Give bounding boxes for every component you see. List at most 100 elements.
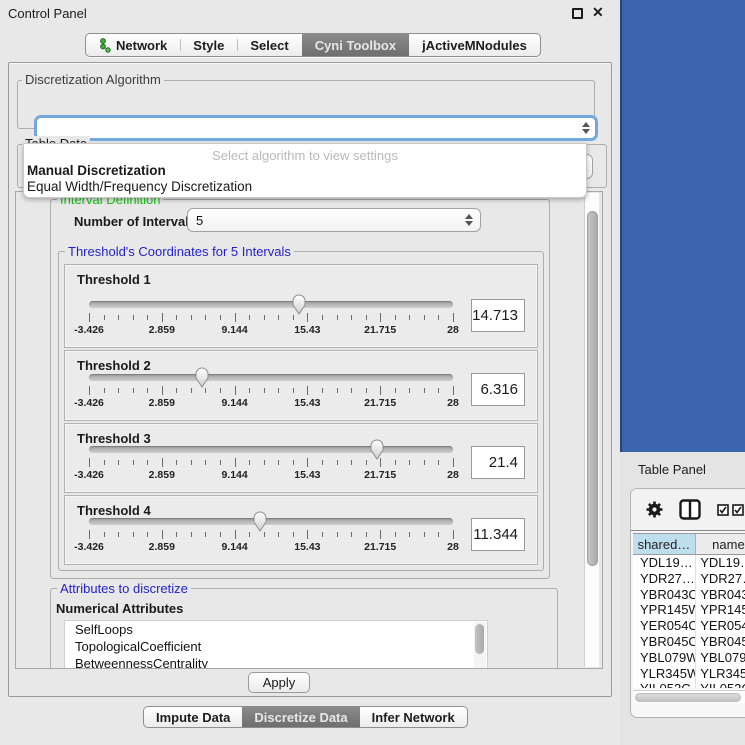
algorithm-combobox[interactable] xyxy=(34,115,598,141)
cell-name: YBR045C xyxy=(696,634,745,650)
table-row[interactable]: YDR27…YDR27… xyxy=(633,571,745,587)
slider-track[interactable] xyxy=(89,518,453,525)
table-row[interactable]: YPR145WYPR145W xyxy=(633,602,745,618)
cell-shared-name: YDL19… xyxy=(633,555,696,571)
cell-shared-name: YIL052C xyxy=(633,681,696,688)
tick-label: 2.859 xyxy=(149,397,175,409)
cell-shared-name: YBR043C xyxy=(633,587,696,603)
cell-shared-name: YBR045C xyxy=(633,634,696,650)
threshold-slider[interactable]: -3.4262.8599.14415.4321.71528 xyxy=(89,297,453,337)
tab-label: Network xyxy=(116,38,167,53)
attribute-list-item[interactable]: SelfLoops xyxy=(65,621,487,638)
tick-label: -3.426 xyxy=(74,469,104,481)
table-row[interactable]: YDL19…YDL19… xyxy=(633,555,745,571)
tick-label: 9.144 xyxy=(221,324,247,336)
tab-select[interactable]: Select xyxy=(237,34,301,56)
cell-shared-name: YBL079W xyxy=(633,650,696,666)
threshold-value-field[interactable]: 21.4 xyxy=(471,446,525,479)
checkbox-checked-icon[interactable] xyxy=(717,504,729,516)
menu-item-manual-discretization[interactable]: Manual Discretization xyxy=(24,163,586,179)
tab-label: Style xyxy=(193,38,224,53)
tab-discretize-data[interactable]: Discretize Data xyxy=(242,707,359,727)
tick-label: 2.859 xyxy=(149,324,175,336)
table-panel-title: Table Panel xyxy=(638,462,706,477)
threshold-value-field[interactable]: 14.713 xyxy=(471,299,525,332)
table-panel-container: shared… name YDL19…YDL19…YDR27…YDR27…YBR… xyxy=(630,488,745,718)
threshold-slider[interactable]: -3.4262.8599.14415.4321.71528 xyxy=(89,514,453,554)
attribute-list-item[interactable]: TopologicalCoefficient xyxy=(65,638,487,655)
numerical-attributes-label: Numerical Attributes xyxy=(56,601,183,616)
slider-track[interactable] xyxy=(89,301,453,308)
settings-scrollbar[interactable] xyxy=(584,193,599,667)
number-of-intervals-label: Number of Intervals xyxy=(74,214,196,229)
table-header-row: shared… name xyxy=(633,533,745,555)
threshold-value-field[interactable]: 6.316 xyxy=(471,373,525,406)
threshold-slider[interactable]: -3.4262.8599.14415.4321.71528 xyxy=(89,370,453,410)
threshold-slider[interactable]: -3.4262.8599.14415.4321.71528 xyxy=(89,442,453,482)
slider-thumb[interactable] xyxy=(194,367,210,388)
combo-arrows-icon xyxy=(582,122,590,134)
discretization-algorithm-group xyxy=(17,80,595,129)
slider-thumb[interactable] xyxy=(291,294,307,315)
slider-track[interactable] xyxy=(89,374,453,381)
table-row[interactable]: YIL052CYIL052C xyxy=(633,681,745,688)
table-row[interactable]: YBL079WYBL079W xyxy=(633,650,745,666)
tick-label: 9.144 xyxy=(221,541,247,553)
tick-label: 15.43 xyxy=(294,469,320,481)
slider-thumb[interactable] xyxy=(369,439,385,460)
slider-track[interactable] xyxy=(89,446,453,453)
numerical-attributes-list[interactable]: SelfLoopsTopologicalCoefficientBetweenne… xyxy=(64,620,488,669)
column-header-shared-name[interactable]: shared… xyxy=(633,534,696,554)
tab-style[interactable]: Style xyxy=(180,34,237,56)
tick-label: 9.144 xyxy=(221,469,247,481)
tick-label: 2.859 xyxy=(149,469,175,481)
table-row[interactable]: YLR345WYLR345W xyxy=(633,666,745,682)
tab-cyni-toolbox[interactable]: Cyni Toolbox xyxy=(302,34,409,56)
float-window-icon[interactable] xyxy=(572,8,583,19)
tick-label: 21.715 xyxy=(364,324,396,336)
attributes-group-label: Attributes to discretize xyxy=(57,581,191,596)
threshold-value-field[interactable]: 11.344 xyxy=(471,518,525,551)
cell-name: YER054C xyxy=(696,618,745,634)
attribute-list-item[interactable]: BetweennessCentrality xyxy=(65,655,487,669)
menu-item-equal-width-discretization[interactable]: Equal Width/Frequency Discretization xyxy=(24,179,586,195)
table-row[interactable]: YBR043CYBR043C xyxy=(633,587,745,603)
cell-name: YBR043C xyxy=(696,587,745,603)
number-of-intervals-combobox[interactable]: 5 xyxy=(187,208,481,232)
node-table: shared… name YDL19…YDL19…YDR27…YDR27…YBR… xyxy=(633,533,745,688)
apply-button[interactable]: Apply xyxy=(248,672,310,693)
attributes-scrollbar[interactable] xyxy=(474,622,486,669)
slider-thumb[interactable] xyxy=(252,511,268,532)
tab-label: Select xyxy=(250,38,288,53)
tab-impute-data[interactable]: Impute Data xyxy=(144,707,242,727)
close-icon[interactable]: ✕ xyxy=(592,4,604,21)
network-icon xyxy=(99,38,111,53)
cyni-toolbox-panel: Discretization Algorithm Table Data galF… xyxy=(8,62,612,697)
tab-infer-network[interactable]: Infer Network xyxy=(360,707,467,727)
tab-jactivemnodules[interactable]: jActiveMNodules xyxy=(409,34,540,56)
tab-label: Cyni Toolbox xyxy=(315,38,396,53)
tick-label: 28 xyxy=(447,541,459,553)
cell-name: YDR27… xyxy=(696,571,745,587)
tick-label: 28 xyxy=(447,397,459,409)
cell-shared-name: YER054C xyxy=(633,618,696,634)
tick-label: 15.43 xyxy=(294,324,320,336)
top-tab-bar: Network Style Select Cyni Toolbox jActiveMNo… xyxy=(85,33,541,57)
tab-label: jActiveMNodules xyxy=(422,38,527,53)
table-row[interactable]: YBR045CYBR045C xyxy=(633,634,745,650)
checkbox-checked-icon[interactable] xyxy=(732,504,744,516)
tick-label: 15.43 xyxy=(294,397,320,409)
threshold-panel-4: Threshold 4-3.4262.8599.14415.4321.71528… xyxy=(64,495,538,565)
tick-label: 21.715 xyxy=(364,397,396,409)
tick-label: 28 xyxy=(447,469,459,481)
split-view-icon[interactable] xyxy=(679,499,701,520)
tick-label: 28 xyxy=(447,324,459,336)
table-row[interactable]: YER054CYER054C xyxy=(633,618,745,634)
gear-icon[interactable] xyxy=(646,501,663,518)
bottom-tab-bar: Impute DataDiscretize DataInfer Network xyxy=(143,706,468,728)
column-header-name[interactable]: name xyxy=(696,534,745,554)
algorithm-placeholder: Select algorithm to view settings xyxy=(24,144,586,163)
threshold-panel-2: Threshold 2-3.4262.8599.14415.4321.71528… xyxy=(64,350,538,421)
table-horizontal-scrollbar[interactable] xyxy=(633,690,745,703)
tab-network[interactable]: Network xyxy=(86,34,180,56)
